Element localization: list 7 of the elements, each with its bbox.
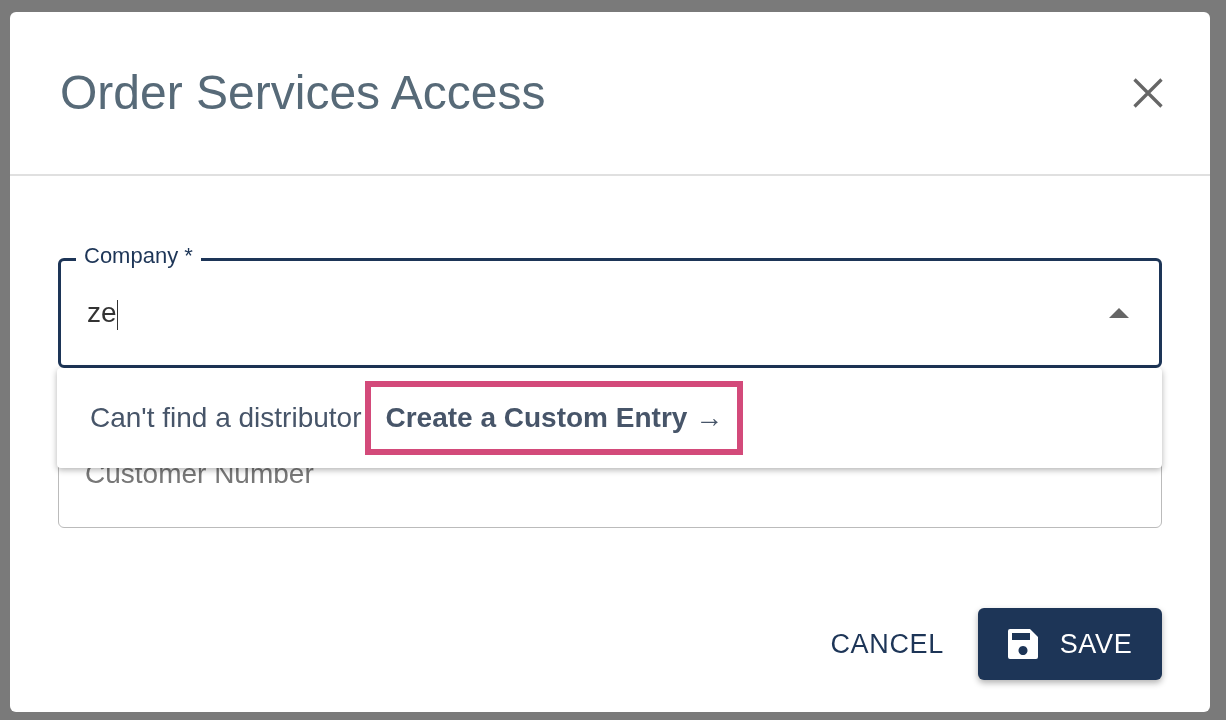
input-value: ze bbox=[87, 296, 119, 332]
save-button[interactable]: SAVE bbox=[978, 608, 1162, 680]
cancel-button[interactable]: CANCEL bbox=[828, 623, 946, 665]
dropdown-prompt: Can't find a distributor bbox=[90, 401, 362, 435]
dialog-title: Order Services Access bbox=[60, 65, 546, 121]
caret-icon[interactable] bbox=[1109, 308, 1129, 318]
custom-entry-link[interactable]: Create a Custom Entry → bbox=[365, 381, 744, 455]
